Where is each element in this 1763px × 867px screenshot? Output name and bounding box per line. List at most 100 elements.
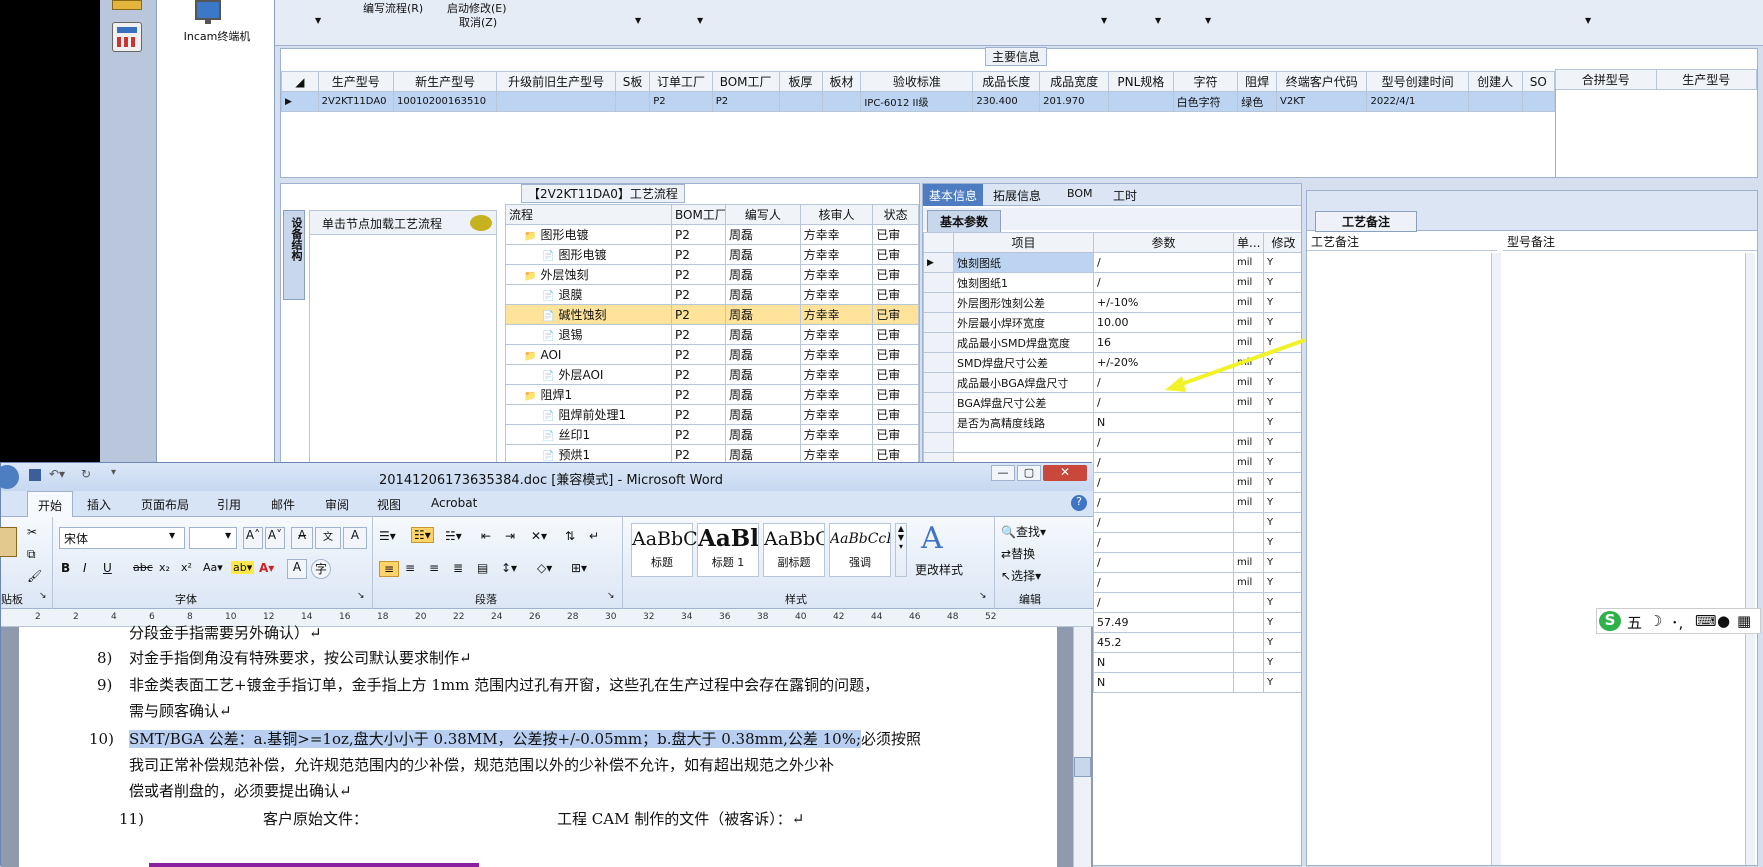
cell[interactable] <box>953 432 1094 453</box>
tab-view[interactable]: 视图 <box>377 496 401 513</box>
table-row[interactable]: 📁 外层蚀刻 P2 周磊 方幸幸 已审 <box>505 264 919 285</box>
help-icon[interactable]: ? <box>1071 495 1087 511</box>
cell[interactable] <box>1233 592 1264 613</box>
cell[interactable] <box>1233 632 1264 653</box>
cell[interactable] <box>1233 532 1264 553</box>
cell[interactable]: 周磊 <box>724 244 801 265</box>
col-header[interactable]: 创建人 <box>1467 71 1523 92</box>
copy-icon[interactable]: ⧉ <box>27 547 36 562</box>
cell[interactable]: 已审 <box>872 324 919 345</box>
col-header[interactable]: 项目 <box>953 232 1094 253</box>
cell[interactable]: P2 <box>711 91 780 112</box>
table-row[interactable]: 📁 AOI P2 周磊 方幸幸 已审 <box>505 344 919 365</box>
cell[interactable]: 已审 <box>872 244 919 265</box>
cell[interactable] <box>1521 91 1556 112</box>
cell[interactable]: 已审 <box>872 224 919 245</box>
style-subtitle[interactable]: AaBbC( 副标题 <box>763 523 825 577</box>
scrollbar[interactable] <box>1745 253 1755 865</box>
col-header[interactable]: 核审人 <box>799 204 874 225</box>
ime-mode[interactable]: 五 <box>1627 612 1642 633</box>
table-row[interactable]: 外层图形蚀刻公差 +/-10% mil Y <box>923 292 1301 313</box>
calculator-icon[interactable] <box>112 22 142 52</box>
calendar-icon[interactable] <box>112 0 142 10</box>
tab-basic-info[interactable]: 基本信息 <box>923 184 984 206</box>
enclose-char-icon[interactable]: 字 <box>311 559 331 579</box>
apps-icon[interactable]: ▦ <box>1737 612 1751 630</box>
col-header[interactable]: 单... <box>1233 232 1264 253</box>
cell[interactable]: / <box>1093 512 1234 533</box>
cell[interactable]: 已审 <box>872 424 919 445</box>
cell[interactable]: 方幸幸 <box>799 284 874 305</box>
cell[interactable]: P2 <box>649 91 713 112</box>
cell[interactable]: IPC-6012 II级 <box>860 91 974 112</box>
col-header[interactable]: 参数 <box>1093 232 1234 253</box>
col-header[interactable]: 字符 <box>1172 71 1239 92</box>
cell[interactable]: Y <box>1263 512 1301 533</box>
col-header[interactable]: 流程 <box>505 204 673 225</box>
table-row[interactable]: 📁 阻焊1 P2 周磊 方幸幸 已审 <box>505 384 919 405</box>
line-spacing-icon[interactable]: ↕▾ <box>501 561 517 575</box>
cell[interactable]: 周磊 <box>724 284 801 305</box>
cell[interactable]: 方幸幸 <box>799 264 874 285</box>
underline-icon[interactable]: U <box>103 561 112 575</box>
col-header[interactable]: 终端客户代码 <box>1276 71 1368 92</box>
bullets-icon[interactable]: ☰▾ <box>379 529 396 543</box>
cell[interactable]: 周磊 <box>724 404 801 425</box>
cell[interactable] <box>821 91 862 112</box>
col-header[interactable]: 型号创建时间 <box>1366 71 1469 92</box>
cell[interactable] <box>778 91 823 112</box>
tab-acrobat[interactable]: Acrobat <box>431 496 477 510</box>
cell[interactable]: Y <box>1263 612 1301 633</box>
toolbar-edit-flow[interactable]: 编写流程(R) <box>363 0 423 16</box>
cell[interactable]: / <box>1093 492 1234 513</box>
table-row[interactable]: 蚀刻图纸1/mil Y <box>923 272 1301 293</box>
cell[interactable]: P2 <box>671 344 726 365</box>
cell[interactable]: +/-10% <box>1093 292 1234 313</box>
tab-process-notes[interactable]: 工艺备注 <box>1315 211 1418 232</box>
flow-step-cell[interactable]: 📄 阻焊前处理1 <box>505 404 673 425</box>
cell[interactable]: 230.400 <box>972 91 1041 112</box>
subtab-basic-params[interactable]: 基本参数 <box>927 210 1002 233</box>
cell[interactable]: BGA焊盘尺寸公差 <box>953 392 1094 413</box>
dropdown-arrow-icon[interactable]: ▼ <box>1101 16 1107 25</box>
col-header[interactable]: SO <box>1521 71 1556 92</box>
style-heading1[interactable]: AaBl 标题 1 <box>697 523 759 577</box>
col-header[interactable]: 成品宽度 <box>1039 71 1110 92</box>
flow-step-cell[interactable]: 📁 外层蚀刻 <box>505 264 673 285</box>
cell[interactable]: 已审 <box>872 344 919 365</box>
cell[interactable]: P2 <box>671 384 726 405</box>
change-styles-button[interactable]: 更改样式 <box>915 561 963 578</box>
cell[interactable]: 周磊 <box>724 304 801 325</box>
user-icon[interactable]: ● <box>1717 612 1730 630</box>
multilevel-list-icon[interactable]: ☵▾ <box>445 529 462 543</box>
dropdown-arrow-icon[interactable]: ▼ <box>635 16 641 25</box>
cell[interactable]: 方幸幸 <box>799 384 874 405</box>
paste-icon[interactable] <box>0 527 17 557</box>
chinese-layout-icon[interactable]: ✕▾ <box>531 529 547 543</box>
sogou-icon[interactable]: S <box>1599 611 1621 631</box>
tab-work-hours[interactable]: 工时 <box>1107 184 1143 207</box>
cell[interactable]: P2 <box>671 224 726 245</box>
cell[interactable]: V2KT <box>1276 91 1368 112</box>
cell[interactable]: Y <box>1263 652 1301 673</box>
col-header[interactable]: 板厚 <box>778 71 823 92</box>
cell[interactable]: 外层最小焊环宽度 <box>953 312 1094 333</box>
table-row[interactable]: ▶ 蚀刻图纸 / mil Y <box>923 252 1301 273</box>
dialog-launcher-icon[interactable]: ↘ <box>357 591 365 601</box>
tab-extended-info[interactable]: 拓展信息 <box>987 184 1047 207</box>
cell[interactable]: mil <box>1233 552 1264 573</box>
cell[interactable]: 成品最小BGA焊盘尺寸 <box>953 372 1094 393</box>
cell[interactable]: 已审 <box>872 404 919 425</box>
cell[interactable]: Y <box>1263 472 1301 493</box>
cell[interactable] <box>1233 672 1264 693</box>
tab-bom[interactable]: BOM <box>1061 184 1099 203</box>
cell[interactable]: mil <box>1233 292 1264 313</box>
cell[interactable]: mil <box>1233 252 1264 273</box>
font-name-select[interactable]: 宋体 <box>59 527 185 549</box>
strikethrough-icon[interactable]: abc <box>133 561 153 574</box>
flow-step-cell[interactable]: 📄 丝印1 <box>505 424 673 445</box>
cell[interactable]: / <box>1093 432 1234 453</box>
cell[interactable]: 方幸幸 <box>799 224 874 245</box>
replace-button[interactable]: ⇄替换 <box>1001 545 1035 562</box>
style-heading[interactable]: AaBbC( 标题 <box>631 523 705 577</box>
